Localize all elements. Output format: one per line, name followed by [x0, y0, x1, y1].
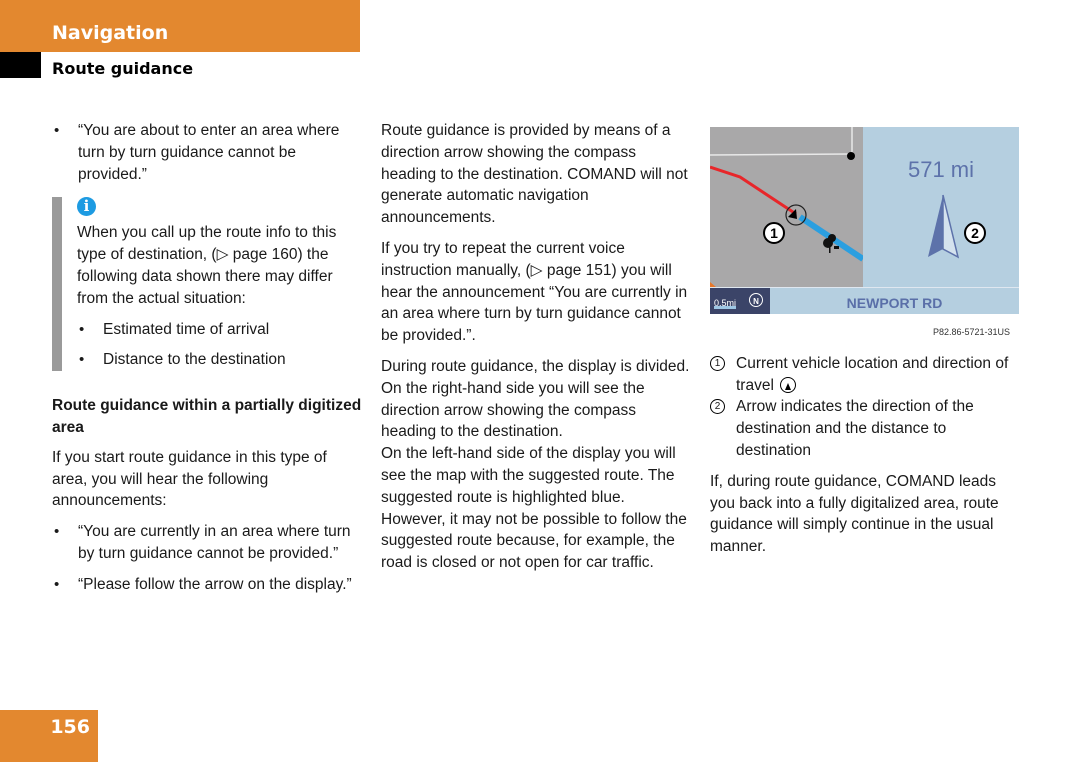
map-view: 1: [710, 127, 863, 287]
bullet-icon: •: [54, 575, 60, 593]
traveled-route: [710, 165, 797, 216]
legend-item: 2 Arrow indicates the direction of the d…: [710, 396, 1020, 461]
bullet-icon: •: [54, 122, 60, 139]
paragraph: If you try to repeat the current voice i…: [381, 239, 688, 345]
callout-1: 1: [763, 222, 785, 244]
map-poi-dot: [847, 152, 855, 160]
scale-bar: [714, 306, 736, 309]
column-3: 1 571 mi 2 0.5mi N NEWPORT RD P82.86-572…: [710, 120, 1020, 567]
north-compass-icon: N: [749, 293, 763, 307]
list-item: • “You are about to enter an area where …: [54, 122, 340, 183]
list-item: • “Please follow the arrow on the displa…: [52, 574, 362, 596]
callout-2: 2: [964, 222, 986, 244]
map-road: [710, 153, 851, 156]
note-text: When you call up the route info to this …: [77, 224, 337, 307]
scale-box: 0.5mi N: [710, 288, 770, 314]
subsection-marker: [0, 52, 41, 78]
bullet-icon: •: [79, 351, 85, 369]
column-2: Route guidance is provided by means of a…: [381, 120, 691, 583]
direction-panel: 571 mi 2: [863, 127, 1019, 287]
section-title: Navigation: [52, 22, 169, 44]
paragraph: On the left-hand side of the display you…: [381, 445, 687, 572]
column-1: • “You are about to enter an area where …: [52, 120, 362, 605]
page-number: 156: [50, 716, 90, 738]
callout-number: 1: [710, 355, 725, 371]
navigation-display-figure: 1 571 mi 2 0.5mi N NEWPORT RD: [710, 127, 1019, 314]
list-item: • Distance to the destination: [77, 349, 362, 371]
intro-paragraph: If you start route guidance in this type…: [52, 448, 327, 510]
map-graphic: [710, 127, 863, 287]
direction-arrow-icon: [928, 194, 960, 259]
paragraph: During route guidance, the display is di…: [381, 357, 690, 441]
subsection-title: Route guidance: [52, 59, 194, 78]
list-item: • Estimated time of arrival: [77, 319, 362, 341]
note-sidebar: [52, 197, 62, 372]
bullet-icon: •: [54, 523, 60, 541]
paragraph: Route guidance is provided by means of a…: [381, 122, 688, 227]
closing-paragraph: If, during route guidance, COMAND leads …: [710, 472, 999, 556]
street-name: NEWPORT RD: [846, 295, 943, 311]
callout-number: 2: [710, 399, 725, 415]
section-heading: Route guidance within a partially digiti…: [52, 397, 362, 436]
vehicle-direction-icon: [780, 376, 797, 393]
scale-label: 0.5mi: [714, 298, 737, 308]
info-icon: i: [77, 197, 96, 217]
page-number-box: 156: [0, 710, 98, 762]
figure-code: P82.86-5721-31US: [932, 327, 1010, 337]
legend-item: 1 Current vehicle location and direction…: [710, 353, 1020, 397]
list-item: • “You are currently in an area where tu…: [54, 523, 351, 562]
figure-legend: 1 Current vehicle location and direction…: [710, 353, 1020, 462]
status-bar: 0.5mi N NEWPORT RD: [710, 287, 1019, 314]
bullet-icon: •: [79, 320, 85, 338]
info-note: i When you call up the route info to thi…: [52, 197, 362, 372]
